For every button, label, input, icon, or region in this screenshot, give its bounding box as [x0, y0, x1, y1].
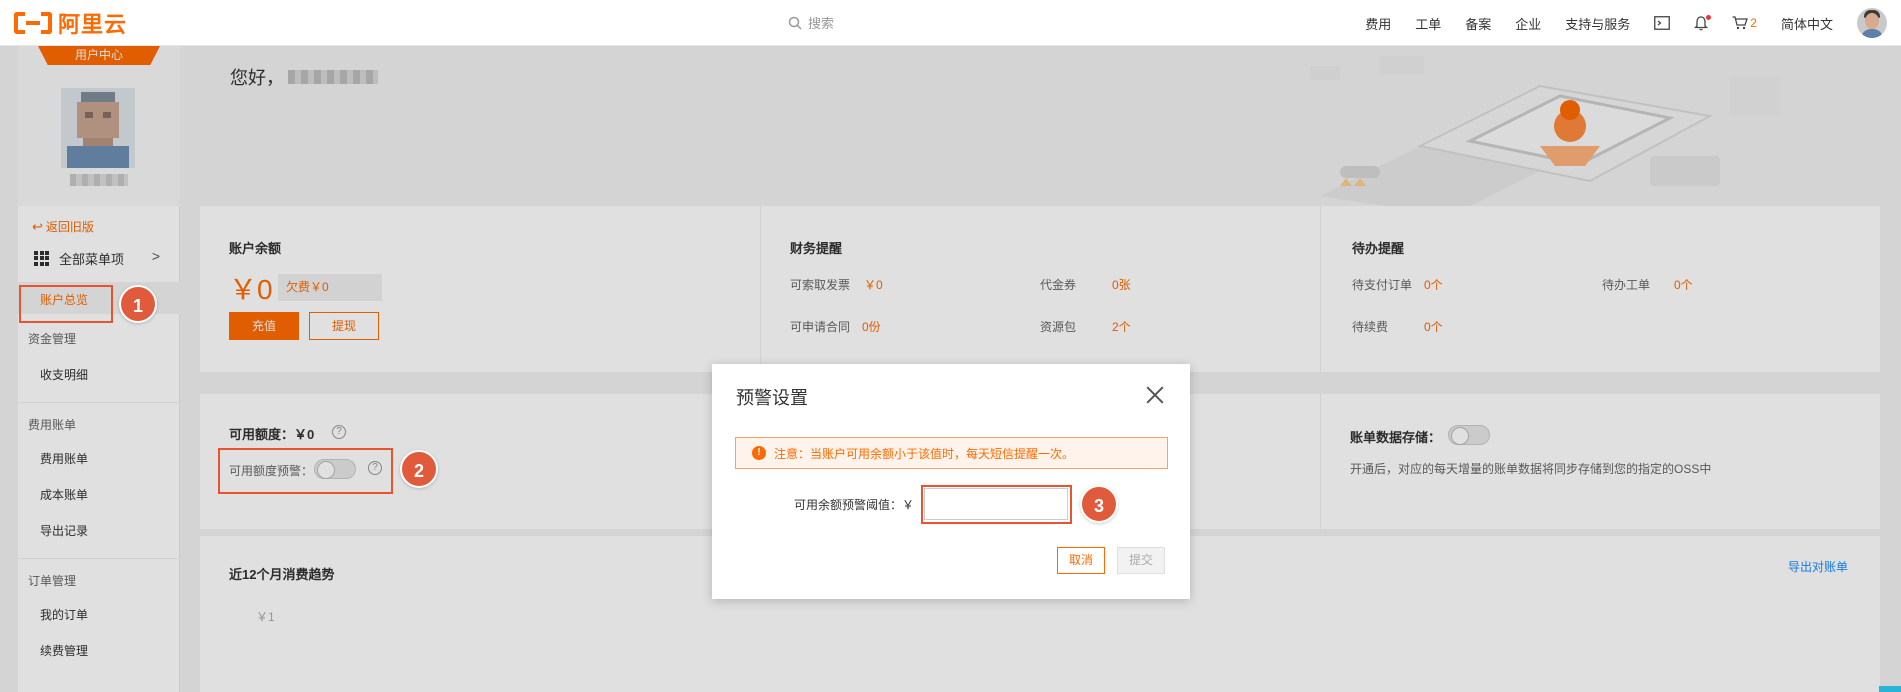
dialog-notice: ! 注意：当账户可用余额小于该值时，每天短信提醒一次。 — [735, 437, 1168, 469]
dialog-notice-text: 注意：当账户可用余额小于该值时，每天短信提醒一次。 — [774, 446, 1075, 461]
scrollbar-corner[interactable] — [1879, 686, 1901, 692]
top-nav: 费用 工单 备案 企业 支持与服务 2 简体中文 — [1353, 0, 1901, 46]
cancel-button[interactable]: 取消 — [1057, 547, 1105, 574]
annotation-box-2 — [218, 448, 393, 494]
cart-button[interactable]: 2 — [1732, 16, 1757, 30]
notification-dot — [1706, 14, 1712, 20]
annotation-box-1 — [19, 285, 113, 323]
language-switch[interactable]: 简体中文 — [1781, 14, 1833, 33]
notification-button[interactable] — [1694, 14, 1712, 31]
user-avatar[interactable] — [1857, 8, 1887, 38]
search-icon — [788, 16, 802, 30]
nav-enterprise[interactable]: 企业 — [1515, 14, 1541, 33]
cart-count: 2 — [1750, 16, 1757, 30]
logo-text: 阿里云 — [58, 11, 128, 37]
terminal-icon — [1654, 16, 1671, 30]
alert-settings-dialog: 预警设置 ! 注意：当账户可用余额小于该值时，每天短信提醒一次。 可用余额预警阈… — [712, 364, 1190, 599]
aliyun-logo[interactable]: 阿里云 — [14, 7, 127, 39]
warning-icon: ! — [752, 446, 766, 460]
close-icon[interactable] — [1146, 386, 1164, 404]
nav-support[interactable]: 支持与服务 — [1565, 14, 1630, 33]
search-placeholder: 搜索 — [808, 16, 835, 31]
terminal-button[interactable] — [1654, 16, 1671, 30]
nav-tickets[interactable]: 工单 — [1415, 14, 1441, 33]
dialog-title: 预警设置 — [736, 388, 808, 408]
threshold-label: 可用余额预警阈值：￥ — [794, 498, 915, 512]
nav-fees[interactable]: 费用 — [1365, 14, 1391, 33]
search-box[interactable]: 搜索 — [788, 13, 834, 32]
annotation-badge-2: 2 — [400, 450, 438, 488]
submit-button[interactable]: 提交 — [1117, 547, 1165, 574]
annotation-badge-3: 3 — [1080, 485, 1118, 523]
nav-icp[interactable]: 备案 — [1465, 14, 1491, 33]
logo-icon — [14, 11, 52, 34]
top-header: 阿里云 搜索 费用 工单 备案 企业 支持与服务 2 简体中文 — [0, 0, 1901, 46]
cart-icon — [1732, 16, 1749, 30]
annotation-badge-1: 1 — [119, 285, 157, 323]
annotation-box-3 — [921, 485, 1072, 524]
